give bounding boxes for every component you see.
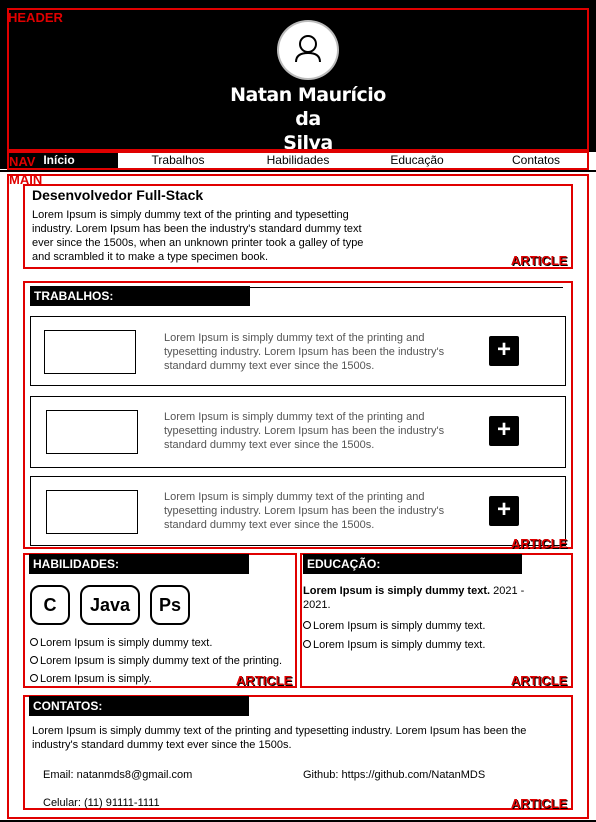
- list-item: Lorem Ipsum is simply dummy text of the …: [30, 654, 282, 668]
- work-card-1: Lorem Ipsum is simply dummy text of the …: [30, 316, 566, 386]
- bullet-icon: [303, 640, 311, 648]
- work-thumbnail: [44, 330, 136, 374]
- nav-outline: [7, 151, 589, 170]
- educacao-article-label: ARTICLE: [511, 673, 568, 688]
- nav-label: NAV: [9, 154, 36, 169]
- educacao-entry: Lorem Ipsum is simply dummy text. 2021 -…: [303, 584, 553, 612]
- bullet-icon: [303, 621, 311, 629]
- work-description: Lorem Ipsum is simply dummy text of the …: [164, 332, 445, 372]
- skill-chip-java: Java: [80, 585, 140, 625]
- habilidades-article-label: ARTICLE: [236, 673, 293, 688]
- skill-chip-ps: Ps: [150, 585, 190, 625]
- header-label: HEADER: [8, 10, 63, 25]
- contatos-text: Lorem Ipsum is simply dummy text of the …: [32, 725, 527, 751]
- header-outline: [7, 8, 589, 151]
- trabalhos-article-label: ARTICLE: [511, 536, 568, 551]
- skill-chip-c: C: [30, 585, 70, 625]
- intro-text: Lorem Ipsum is simply dummy text of the …: [32, 209, 364, 263]
- email-link[interactable]: Email: natanmds8@gmail.com: [43, 769, 192, 781]
- educacao-title: EDUCAÇÃO:: [303, 554, 522, 574]
- list-item: Lorem Ipsum is simply dummy text.: [30, 636, 212, 650]
- work-expand-button[interactable]: +: [489, 496, 519, 526]
- educacao-entry-title: Lorem Ipsum is simply dummy text.: [303, 585, 491, 597]
- github-link[interactable]: Github: https://github.com/NatanMDS: [303, 769, 485, 781]
- bullet-icon: [30, 674, 38, 682]
- list-item: Lorem Ipsum is simply.: [30, 672, 152, 686]
- intro-title: Desenvolvedor Full-Stack: [32, 187, 204, 203]
- work-card-2: Lorem Ipsum is simply dummy text of the …: [30, 396, 566, 468]
- bullet-icon: [30, 656, 38, 664]
- contatos-article-label: ARTICLE: [511, 796, 568, 811]
- work-thumbnail: [46, 410, 138, 454]
- work-description: Lorem Ipsum is simply dummy text of the …: [164, 491, 445, 531]
- educacao-entry-years-end: 2021.: [303, 599, 331, 611]
- habilidades-title: HABILIDADES:: [29, 554, 249, 574]
- list-item: Lorem Ipsum is simply dummy text.: [303, 619, 485, 633]
- work-thumbnail: [46, 490, 138, 534]
- contatos-title: CONTATOS:: [29, 696, 249, 716]
- phone-text: Celular: (11) 91111-1111: [43, 797, 160, 809]
- intro-article-label: ARTICLE: [511, 253, 568, 268]
- nav-divider: [0, 170, 596, 172]
- list-item: Lorem Ipsum is simply dummy text.: [303, 638, 485, 652]
- trabalhos-title: TRABALHOS:: [30, 286, 250, 306]
- work-expand-button[interactable]: +: [489, 336, 519, 366]
- work-description: Lorem Ipsum is simply dummy text of the …: [164, 411, 445, 451]
- work-card-3: Lorem Ipsum is simply dummy text of the …: [30, 476, 566, 546]
- bullet-icon: [30, 638, 38, 646]
- educacao-entry-years-start: 2021 -: [493, 585, 525, 597]
- work-expand-button[interactable]: +: [489, 416, 519, 446]
